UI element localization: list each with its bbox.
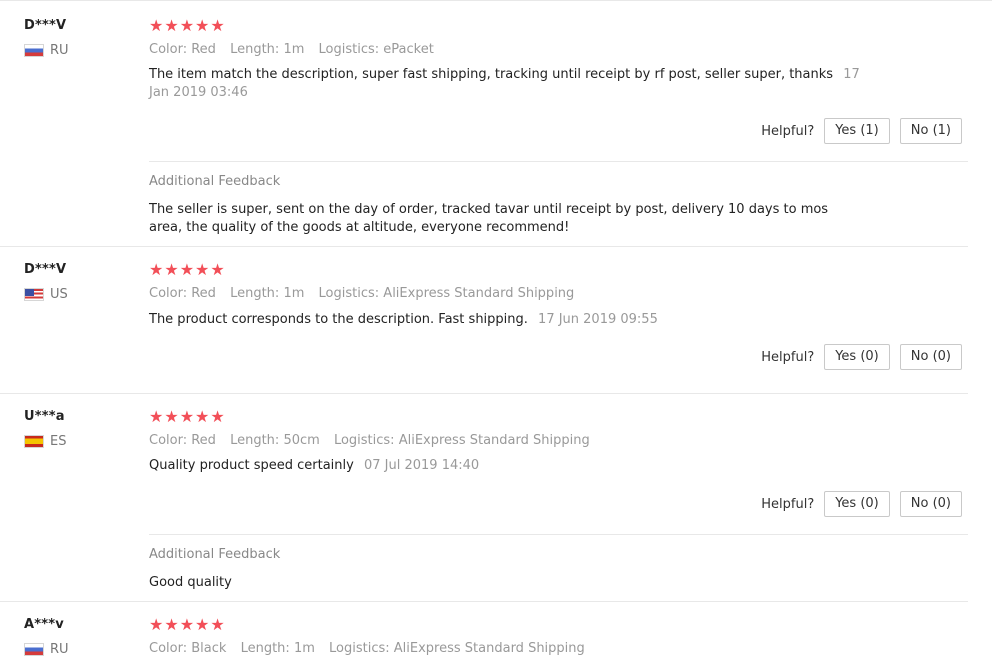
order-info: Color: Red Length: 50cm Logistics: AliEx… bbox=[149, 433, 600, 448]
logistics-label: Logistics: bbox=[318, 42, 380, 57]
helpful-no-button[interactable]: No (1) bbox=[899, 118, 962, 144]
color-label: Color: bbox=[149, 433, 188, 448]
usa-flag-icon bbox=[24, 288, 44, 301]
length-value: 1m bbox=[293, 641, 315, 656]
star-rating: ★★★★★ bbox=[149, 16, 226, 35]
reviewer-name: A***v bbox=[24, 617, 64, 632]
reviewer-name: D***V bbox=[24, 18, 67, 33]
russia-flag-icon bbox=[24, 643, 44, 656]
color-label: Color: bbox=[149, 641, 188, 656]
additional-feedback-text: The seller is super, sent on the day of … bbox=[149, 202, 829, 235]
length-label: Length: bbox=[230, 42, 280, 57]
length-label: Length: bbox=[230, 433, 280, 448]
helpful-no-button[interactable]: No (0) bbox=[899, 491, 962, 517]
logistics-label: Logistics: bbox=[318, 286, 380, 301]
color-value: Red bbox=[191, 286, 216, 301]
star-rating: ★★★★★ bbox=[149, 615, 226, 634]
color-label: Color: bbox=[149, 42, 188, 57]
country-code: RU bbox=[50, 642, 69, 657]
helpful-no-button[interactable]: No (0) bbox=[899, 344, 962, 370]
review-text-block: The item match the description, super fa… bbox=[149, 66, 869, 102]
color-label: Color: bbox=[149, 286, 188, 301]
country-code: ES bbox=[50, 434, 67, 449]
order-info: Color: Red Length: 1m Logistics: AliExpr… bbox=[149, 286, 584, 301]
helpful-controls: Helpful? Yes (0) No (0) bbox=[761, 491, 962, 517]
length-value: 1m bbox=[283, 286, 305, 301]
helpful-controls: Helpful? Yes (1) No (1) bbox=[761, 118, 962, 144]
length-label: Length: bbox=[240, 641, 290, 656]
helpful-yes-button[interactable]: Yes (1) bbox=[824, 118, 890, 144]
logistics-value: AliExpress Standard Shipping bbox=[398, 433, 590, 448]
feedback-divider bbox=[149, 161, 968, 162]
reviewer-country: US bbox=[24, 287, 68, 302]
length-value: 1m bbox=[283, 42, 305, 57]
review-divider bbox=[0, 601, 968, 602]
reviewer-name: U***a bbox=[24, 409, 65, 424]
russia-flag-icon bbox=[24, 44, 44, 57]
logistics-label: Logistics: bbox=[333, 433, 395, 448]
review-divider bbox=[0, 246, 968, 247]
color-value: Red bbox=[191, 42, 216, 57]
helpful-label: Helpful? bbox=[761, 496, 815, 512]
additional-feedback-text: Good quality bbox=[149, 575, 232, 590]
review-date: 07 Jul 2019 14:40 bbox=[363, 458, 480, 473]
top-divider bbox=[0, 0, 992, 1]
length-value: 50cm bbox=[283, 433, 320, 448]
length-label: Length: bbox=[230, 286, 280, 301]
review-date: 17 Jun 2019 09:55 bbox=[538, 312, 658, 327]
logistics-value: ePacket bbox=[383, 42, 434, 57]
logistics-label: Logistics: bbox=[329, 641, 390, 656]
additional-feedback-title: Additional Feedback bbox=[149, 174, 281, 189]
reviewer-name: D***V bbox=[24, 262, 67, 277]
review-text: The item match the description, super fa… bbox=[149, 67, 834, 82]
reviewer-country: RU bbox=[24, 642, 69, 657]
color-value: Black bbox=[191, 641, 227, 656]
logistics-value: AliExpress Standard Shipping bbox=[383, 286, 575, 301]
helpful-controls: Helpful? Yes (0) No (0) bbox=[761, 344, 962, 370]
country-code: US bbox=[50, 287, 68, 302]
reviewer-country: ES bbox=[24, 434, 66, 449]
helpful-yes-button[interactable]: Yes (0) bbox=[824, 491, 890, 517]
helpful-label: Helpful? bbox=[761, 349, 815, 365]
reviewer-country: RU bbox=[24, 43, 69, 58]
feedback-divider bbox=[149, 534, 968, 535]
order-info: Color: Black Length: 1m Logistics: AliEx… bbox=[149, 641, 595, 656]
color-value: Red bbox=[191, 433, 216, 448]
review-divider bbox=[0, 393, 968, 394]
logistics-value: AliExpress Standard Shipping bbox=[393, 641, 585, 656]
order-info: Color: Red Length: 1m Logistics: ePacket bbox=[149, 42, 444, 57]
review-text: The product corresponds to the descripti… bbox=[149, 312, 528, 327]
additional-feedback-title: Additional Feedback bbox=[149, 547, 281, 562]
review-text-block: Quality product speed certainly 07 Jul 2… bbox=[149, 457, 869, 475]
helpful-label: Helpful? bbox=[761, 123, 815, 139]
country-code: RU bbox=[50, 43, 69, 58]
review-text: Quality product speed certainly bbox=[149, 458, 354, 473]
review-text-block: The product corresponds to the descripti… bbox=[149, 311, 869, 329]
star-rating: ★★★★★ bbox=[149, 407, 226, 426]
star-rating: ★★★★★ bbox=[149, 260, 226, 279]
spain-flag-icon bbox=[24, 435, 44, 448]
helpful-yes-button[interactable]: Yes (0) bbox=[824, 344, 890, 370]
